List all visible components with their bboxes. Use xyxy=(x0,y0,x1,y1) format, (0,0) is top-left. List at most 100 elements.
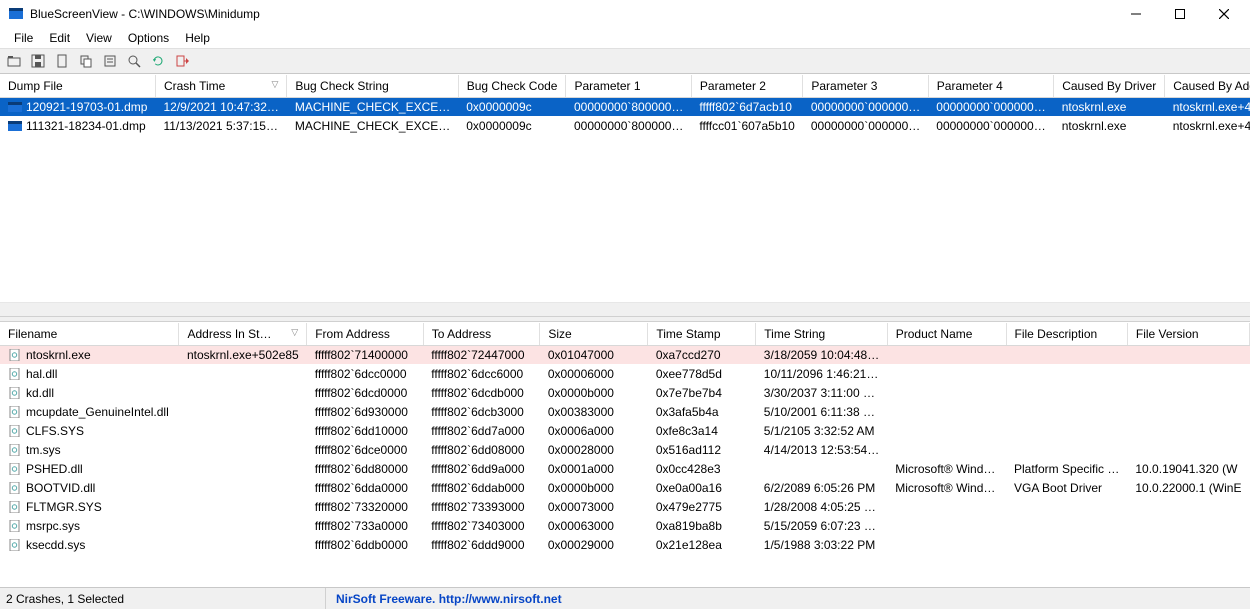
cell: 3/18/2059 10:04:48… xyxy=(756,345,887,364)
window-title: BlueScreenView - C:\WINDOWS\Minidump xyxy=(30,7,1114,21)
column-header[interactable]: Filename xyxy=(0,323,179,345)
menu-view[interactable]: View xyxy=(78,29,120,47)
column-header[interactable]: Time String xyxy=(756,323,887,345)
cell: 0x0000009c xyxy=(458,97,566,116)
cell xyxy=(887,516,1006,535)
menu-help[interactable]: Help xyxy=(177,29,218,47)
table-row[interactable]: ntoskrnl.exentoskrnl.exe+502e85fffff802`… xyxy=(0,345,1250,364)
column-header[interactable]: Parameter 3 xyxy=(803,75,928,97)
column-header[interactable]: Parameter 1 xyxy=(566,75,691,97)
table-row[interactable]: hal.dllfffff802`6dcc0000fffff802`6dcc600… xyxy=(0,364,1250,383)
table-row[interactable]: msrpc.sysfffff802`733a0000fffff802`73403… xyxy=(0,516,1250,535)
table-row[interactable]: PSHED.dllfffff802`6dd80000fffff802`6dd9a… xyxy=(0,459,1250,478)
menu-options[interactable]: Options xyxy=(120,29,177,47)
column-header[interactable]: Parameter 4 xyxy=(928,75,1053,97)
cell: fffff802`6ddb0000 xyxy=(307,535,424,554)
table-row[interactable]: mcupdate_GenuineIntel.dllfffff802`6d9300… xyxy=(0,402,1250,421)
cell: 11/13/2021 5:37:15… xyxy=(155,116,286,135)
cell xyxy=(1127,421,1249,440)
cell: 0x0cc428e3 xyxy=(648,459,756,478)
column-header[interactable]: Bug Check Code xyxy=(458,75,566,97)
refresh-icon[interactable] xyxy=(148,51,168,71)
module-table[interactable]: FilenameAddress In St…▽From AddressTo Ad… xyxy=(0,323,1250,554)
table-row[interactable]: BOOTVID.dllfffff802`6dda0000fffff802`6dd… xyxy=(0,478,1250,497)
cell: PSHED.dll xyxy=(0,459,179,478)
column-header[interactable]: To Address xyxy=(423,323,540,345)
cell: fffff802`71400000 xyxy=(307,345,424,364)
cell: 0x00383000 xyxy=(540,402,648,421)
table-row[interactable]: ksecdd.sysfffff802`6ddb0000fffff802`6ddd… xyxy=(0,535,1250,554)
cell: 00000000`000000… xyxy=(803,116,928,135)
cell: 0x00063000 xyxy=(540,516,648,535)
cell: hal.dll xyxy=(0,364,179,383)
module-file-icon xyxy=(8,349,22,361)
column-header[interactable]: Caused By Driver xyxy=(1054,75,1165,97)
column-header[interactable]: Dump File xyxy=(0,75,155,97)
table-row[interactable]: CLFS.SYSfffff802`6dd10000fffff802`6dd7a0… xyxy=(0,421,1250,440)
table-row[interactable]: 120921-19703-01.dmp12/9/2021 10:47:32…MA… xyxy=(0,97,1250,116)
column-header[interactable]: Time Stamp xyxy=(648,323,756,345)
column-header[interactable]: Address In St…▽ xyxy=(179,323,307,345)
dump-list-scroll[interactable]: Dump FileCrash Time▽Bug Check StringBug … xyxy=(0,75,1250,302)
open-icon[interactable] xyxy=(4,51,24,71)
cell: 0x0000b000 xyxy=(540,383,648,402)
module-list-pane: FilenameAddress In St…▽From AddressTo Ad… xyxy=(0,322,1250,587)
props-icon[interactable] xyxy=(100,51,120,71)
cell: 0x516ad112 xyxy=(648,440,756,459)
table-row[interactable]: tm.sysfffff802`6dce0000fffff802`6dd08000… xyxy=(0,440,1250,459)
cell: 10.0.22000.1 (WinE xyxy=(1127,478,1249,497)
column-header[interactable]: Bug Check String xyxy=(287,75,458,97)
module-file-icon xyxy=(8,444,22,456)
menu-file[interactable]: File xyxy=(6,29,41,47)
table-row[interactable]: FLTMGR.SYSfffff802`73320000fffff802`7339… xyxy=(0,497,1250,516)
column-header[interactable]: Caused By Addres xyxy=(1165,75,1250,97)
cell xyxy=(887,345,1006,364)
scrollbar[interactable] xyxy=(0,302,1250,316)
cell xyxy=(179,497,307,516)
find-icon[interactable] xyxy=(124,51,144,71)
cell xyxy=(179,440,307,459)
cell: ksecdd.sys xyxy=(0,535,179,554)
table-row[interactable]: kd.dllfffff802`6dcd0000fffff802`6dcdb000… xyxy=(0,383,1250,402)
cell xyxy=(1127,345,1249,364)
cell: 10.0.19041.320 (W xyxy=(1127,459,1249,478)
column-header[interactable]: Size xyxy=(540,323,648,345)
column-header[interactable]: From Address xyxy=(307,323,424,345)
cell: 0x0000009c xyxy=(458,116,566,135)
column-header[interactable]: File Version xyxy=(1127,323,1249,345)
cell: FLTMGR.SYS xyxy=(0,497,179,516)
module-file-icon xyxy=(8,387,22,399)
cell xyxy=(1127,383,1249,402)
cell: 0x0006a000 xyxy=(540,421,648,440)
cell xyxy=(1006,516,1127,535)
menu-edit[interactable]: Edit xyxy=(41,29,78,47)
column-header[interactable]: Product Name xyxy=(887,323,1006,345)
save-icon[interactable] xyxy=(28,51,48,71)
cell: 5/10/2001 6:11:38 … xyxy=(756,402,887,421)
cell xyxy=(1006,383,1127,402)
copy-icon[interactable] xyxy=(76,51,96,71)
minimize-button[interactable] xyxy=(1114,0,1158,28)
cell: fffff802`6dcb3000 xyxy=(423,402,540,421)
cell: mcupdate_GenuineIntel.dll xyxy=(0,402,179,421)
cell xyxy=(887,364,1006,383)
module-file-icon xyxy=(8,482,22,494)
cell: 1/28/2008 4:05:25 … xyxy=(756,497,887,516)
module-list-scroll[interactable]: FilenameAddress In St…▽From AddressTo Ad… xyxy=(0,323,1250,587)
table-row[interactable]: 111321-18234-01.dmp11/13/2021 5:37:15…MA… xyxy=(0,116,1250,135)
cell: msrpc.sys xyxy=(0,516,179,535)
dump-table[interactable]: Dump FileCrash Time▽Bug Check StringBug … xyxy=(0,75,1250,135)
cell: kd.dll xyxy=(0,383,179,402)
cell: 00000000`000000… xyxy=(928,97,1053,116)
maximize-button[interactable] xyxy=(1158,0,1202,28)
column-header[interactable]: File Description xyxy=(1006,323,1127,345)
exit-icon[interactable] xyxy=(172,51,192,71)
doc-icon[interactable] xyxy=(52,51,72,71)
cell: ntoskrnl.exe+502e85 xyxy=(179,345,307,364)
cell: fffff802`6dd10000 xyxy=(307,421,424,440)
status-link[interactable]: NirSoft Freeware. http://www.nirsoft.net xyxy=(326,592,1250,606)
close-button[interactable] xyxy=(1202,0,1246,28)
column-header[interactable]: Crash Time▽ xyxy=(155,75,286,97)
cell: 00000000`800000… xyxy=(566,116,691,135)
column-header[interactable]: Parameter 2 xyxy=(691,75,802,97)
